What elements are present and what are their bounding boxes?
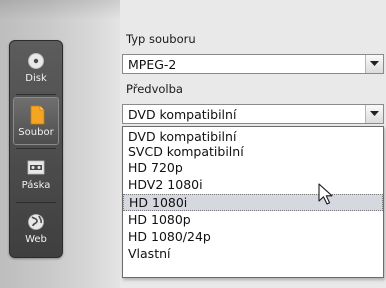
tab-divider [16,202,56,203]
preset-option[interactable]: SVCD kompatibilní [123,144,383,159]
file-type-dropdown-button[interactable] [365,55,383,73]
preset-option[interactable]: HD 720p [123,160,383,175]
tab-file[interactable]: Soubor [13,97,59,145]
preset-select[interactable]: DVD kompatibilní [122,104,384,124]
tab-divider [16,148,56,149]
preset-dropdown-button[interactable] [365,105,383,123]
file-icon [14,103,60,127]
tape-icon [13,156,59,180]
tab-web[interactable]: Web [13,205,59,253]
preset-option-highlighted[interactable]: HD 1080i [123,194,383,211]
preset-option[interactable]: HDV2 1080i [123,177,383,192]
tab-label: Disk [25,73,47,84]
tab-tape[interactable]: Páska [13,151,59,199]
preset-value: DVD kompatibilní [128,107,237,122]
chevron-down-icon [370,61,379,66]
tab-label: Páska [21,180,51,191]
preset-option[interactable]: Vlastní [123,246,383,261]
disc-icon [13,49,59,73]
tab-label: Soubor [18,127,54,138]
chevron-down-icon [370,111,379,116]
tab-divider [16,94,56,95]
file-type-label: Typ souboru [126,32,196,46]
preset-option[interactable]: HD 1080/24p [123,229,383,244]
file-type-value: MPEG-2 [128,57,177,72]
preset-dropdown-list: DVD kompatibilní SVCD kompatibilní HD 72… [122,126,384,278]
preset-option[interactable]: HD 1080p [123,212,383,227]
tab-label: Web [25,234,47,245]
globe-icon [13,210,59,234]
mouse-cursor-icon [318,183,333,205]
file-type-select[interactable]: MPEG-2 [122,54,384,74]
preset-option[interactable]: DVD kompatibilní [123,129,383,144]
preset-label: Předvolba [126,82,183,96]
tab-disk[interactable]: Disk [13,44,59,92]
output-type-tabbar: Disk Soubor Páska Web [9,40,63,258]
